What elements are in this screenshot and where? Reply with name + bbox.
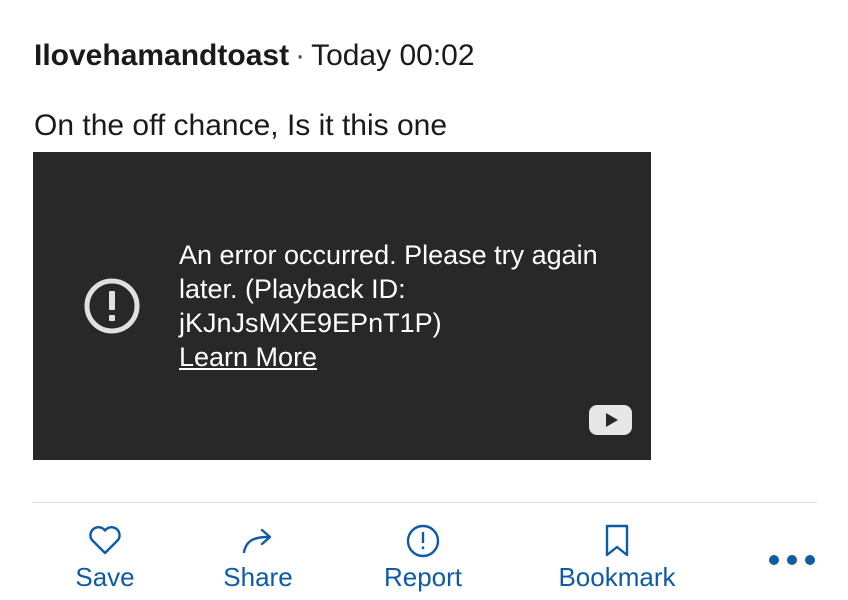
- share-label: Share: [223, 562, 293, 592]
- report-button[interactable]: Report: [370, 522, 476, 594]
- post-header: Ilovehamandtoast · Today 00:02: [34, 36, 475, 76]
- post-author[interactable]: Ilovehamandtoast: [34, 39, 289, 72]
- heart-icon: [89, 526, 121, 555]
- share-arrow-icon: [242, 528, 272, 554]
- header-separator: ·: [295, 39, 306, 72]
- bookmark-icon: [605, 524, 629, 557]
- youtube-logo-icon[interactable]: [589, 405, 632, 435]
- save-label: Save: [75, 562, 135, 592]
- learn-more-link[interactable]: Learn More: [179, 340, 317, 374]
- bookmark-label: Bookmark: [558, 562, 676, 592]
- video-error-message: An error occurred. Please try again late…: [179, 238, 599, 374]
- error-circle-icon: [84, 278, 140, 334]
- share-button[interactable]: Share: [210, 522, 306, 594]
- more-dots-icon[interactable]: [764, 547, 820, 573]
- video-error-text: An error occurred. Please try again late…: [179, 240, 598, 338]
- exclamation-circle-icon: [406, 524, 440, 558]
- save-button[interactable]: Save: [66, 522, 144, 594]
- report-label: Report: [383, 562, 463, 592]
- action-bar-divider: [33, 502, 817, 503]
- video-embed[interactable]: An error occurred. Please try again late…: [33, 152, 651, 460]
- post-timestamp: Today 00:02: [311, 39, 475, 72]
- post-body-text: On the off chance, Is it this one: [34, 109, 448, 142]
- bookmark-button[interactable]: Bookmark: [545, 522, 689, 594]
